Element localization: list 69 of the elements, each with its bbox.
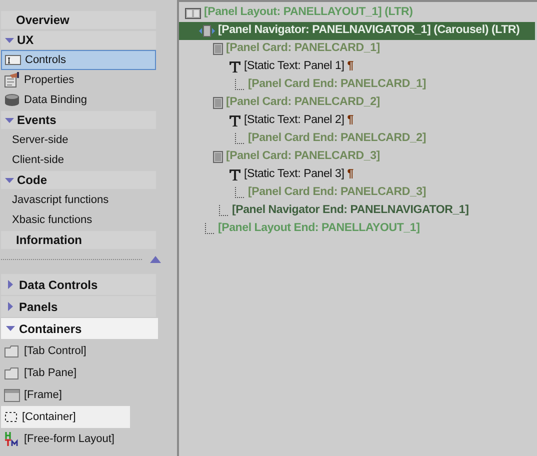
palette-item[interactable]: [Free-form Layout] — [1, 428, 130, 450]
collapse-arrow-icon[interactable] — [150, 256, 161, 262]
palette-item[interactable]: [Container] — [1, 406, 130, 428]
card-icon — [213, 43, 223, 55]
palette-item[interactable]: [Tab Control] — [1, 340, 130, 362]
dotted-connector-icon — [235, 79, 245, 91]
sidebar-item[interactable]: Javascript functions — [1, 190, 156, 210]
dotted-connector-icon — [235, 187, 245, 199]
pilcrow-mark: ¶ — [347, 168, 354, 180]
text-icon — [229, 115, 241, 127]
palette-item[interactable]: [Tab Pane] — [1, 362, 130, 384]
pilcrow-mark: ¶ — [347, 60, 354, 72]
frame-icon — [4, 388, 20, 402]
palette-item[interactable]: [Frame] — [1, 384, 130, 406]
collapsed-triangle-icon[interactable] — [6, 302, 15, 311]
folder-icon — [4, 344, 20, 358]
tree-row[interactable]: [Panel Navigator End: PANELNAVIGATOR_1] — [179, 202, 535, 220]
node-label: [Panel Navigator End: PANELNAVIGATOR_1] — [232, 203, 469, 218]
sidebar-item[interactable]: Server-side — [1, 130, 156, 150]
dotted-connector-icon — [235, 133, 245, 145]
section-header[interactable]: Code — [1, 171, 156, 189]
dotted-connector-icon — [219, 205, 229, 217]
expanded-triangle-icon[interactable] — [5, 36, 14, 44]
folder-icon — [4, 366, 20, 380]
database-icon — [4, 93, 20, 107]
properties-icon — [4, 72, 20, 88]
text-icon — [229, 61, 241, 73]
expanded-triangle-icon[interactable] — [5, 176, 14, 184]
group-header[interactable]: Panels — [1, 296, 156, 317]
section-header[interactable]: Overview — [1, 11, 156, 29]
node-label: [Panel Card End: PANELCARD_2] — [248, 131, 426, 146]
columns-icon — [185, 8, 201, 18]
text-icon — [229, 169, 241, 181]
node-label: [Panel Card End: PANELCARD_3] — [248, 185, 426, 200]
section-header[interactable]: Information — [1, 231, 156, 249]
node-label: [Panel Card End: PANELCARD_1] — [248, 77, 426, 92]
sidebar-item[interactable]: Client-side — [1, 150, 156, 170]
tree-row[interactable]: [Static Text: Panel 3] ¶ — [179, 166, 535, 184]
node-label: [Panel Card: PANELCARD_1] — [226, 41, 380, 56]
tree-row[interactable]: [Static Text: Panel 1] ¶ — [179, 58, 535, 76]
node-label: [Static Text: Panel 3] ¶ — [244, 167, 354, 182]
dashed-box-icon — [4, 411, 18, 423]
sidebar-item[interactable]: Data Binding — [1, 90, 156, 110]
node-label: [Static Text: Panel 1] ¶ — [244, 59, 354, 74]
card-icon — [213, 97, 223, 109]
text-field-icon — [5, 54, 21, 66]
html-tm-icon — [4, 431, 20, 447]
collapsed-triangle-icon[interactable] — [6, 280, 15, 289]
expanded-triangle-icon[interactable] — [5, 116, 14, 124]
group-header[interactable]: Containers — [1, 318, 158, 339]
pilcrow-mark: ¶ — [347, 114, 354, 126]
node-label: [Panel Layout: PANELLAYOUT_1] (LTR) — [204, 5, 413, 20]
sidebar-item[interactable]: Controls — [1, 50, 156, 70]
node-label: [Panel Card: PANELCARD_3] — [226, 149, 380, 164]
expanded-triangle-icon[interactable] — [6, 324, 15, 333]
sidebar-item[interactable]: Properties — [1, 70, 156, 90]
navigator-icon — [199, 25, 215, 37]
group-header[interactable]: Data Controls — [1, 274, 156, 295]
node-label: [Static Text: Panel 2] ¶ — [244, 113, 354, 128]
section-header[interactable]: Events — [1, 111, 156, 129]
node-label: [Panel Navigator: PANELNAVIGATOR_1] (Carousel) (LTR) — [218, 23, 520, 38]
dotted-connector-icon — [205, 223, 215, 235]
tree-row[interactable]: [Static Text: Panel 2] ¶ — [179, 112, 535, 130]
node-label: [Panel Layout End: PANELLAYOUT_1] — [218, 221, 420, 236]
sidebar-item[interactable]: Xbasic functions — [1, 210, 156, 230]
tree-row[interactable]: [Panel Navigator: PANELNAVIGATOR_1] (Carousel) (LTR) — [179, 22, 535, 40]
card-icon — [213, 151, 223, 163]
node-label: [Panel Card: PANELCARD_2] — [226, 95, 380, 110]
section-header[interactable]: UX — [1, 31, 156, 49]
